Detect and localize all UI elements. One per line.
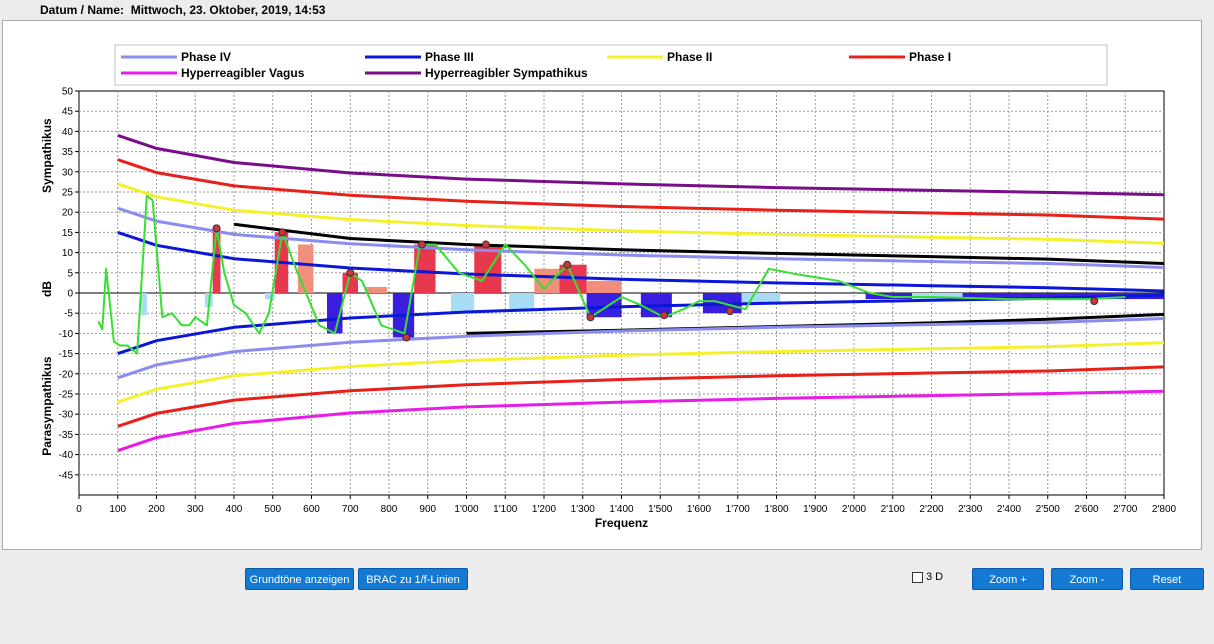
checkbox-3d[interactable] [912,572,923,583]
x-tick-label: 0 [76,504,82,515]
peak-marker [563,260,572,269]
zoom-out-button[interactable]: Zoom - [1051,568,1123,590]
x-tick-label: 1'200 [532,504,557,515]
x-tick-label: 2'000 [842,504,867,515]
y-tick-label: -45 [59,470,74,481]
y-tick-label: 0 [67,289,73,300]
y-tick-label: 45 [62,107,74,118]
x-tick-label: 400 [226,504,243,515]
frequency-chart: 0 100 200 300 400 500 600 700 800 900 1'000 1'100 1'… [40,44,1177,530]
bar [414,244,436,293]
peak-marker [212,224,221,233]
zoom-in-button[interactable]: Zoom + [972,568,1044,590]
x-tick-label: 2'500 [1036,504,1061,515]
bar [741,293,781,304]
y-tick-label: -20 [59,369,74,380]
x-tick-label: 1'300 [571,504,596,515]
x-tick-label: 1'700 [726,504,751,515]
x-tick-label: 2'400 [997,504,1022,515]
y-axis-label-top: Sympathikus [40,118,54,193]
peak-marker [1090,297,1099,306]
x-tick-label: 100 [109,504,126,515]
peak-marker [481,240,490,249]
y-tick-label: 15 [62,228,74,239]
x-tick-label: 200 [148,504,165,515]
y-tick-label: 5 [67,268,73,279]
x-tick-label: 1'900 [803,504,828,515]
x-tick-label: 1'800 [764,504,789,515]
bar [365,286,388,293]
legend-label: Hyperreagibler Sympathikus [425,66,588,80]
x-tick-label: 1'500 [648,504,673,515]
y-tick-label: 40 [62,127,74,138]
x-tick-label: 2'700 [1113,504,1138,515]
x-tick-label: 800 [381,504,398,515]
y-axis-label: dB [40,281,54,297]
x-tick-label: 2'600 [1074,504,1099,515]
x-tick-label: 700 [342,504,359,515]
peak-marker [346,268,355,277]
y-tick-label: 50 [62,87,74,98]
y-tick-label: 20 [62,208,74,219]
header-bar: Datum / Name: Mittwoch, 23. Oktober, 201… [0,0,1214,20]
bar [141,293,147,316]
x-tick-label: 300 [187,504,204,515]
y-tick-label: -35 [59,430,74,441]
y-tick-label: 30 [62,167,74,178]
x-tick-label: 2'200 [919,504,944,515]
y-tick-label: -25 [59,390,74,401]
legend-label: Phase I [909,50,951,64]
x-tick-label: 2'800 [1152,504,1177,515]
y-tick-label: -15 [59,349,74,360]
x-tick-label: 2'300 [958,504,983,515]
peak-marker [402,333,411,342]
x-axis-label: Frequenz [595,516,648,530]
y-tick-label: 25 [62,188,74,199]
bar [451,293,475,314]
peak-marker [726,307,734,316]
x-tick-label: 2'100 [881,504,906,515]
x-tick-label: 500 [264,504,281,515]
legend-label: Phase III [425,50,474,64]
chart-panel: 0 100 200 300 400 500 600 700 800 900 1'000 1'100 1'… [2,20,1202,550]
grundtoene-button[interactable]: Grundtöne anzeigen [245,568,354,590]
peak-marker [417,240,426,249]
x-tick-label: 900 [419,504,436,515]
brac-button[interactable]: BRAC zu 1/f-Linien [358,568,468,590]
bar [297,244,314,293]
y-tick-label: -10 [59,329,74,340]
checkbox-3d-label: 3 D [926,571,944,583]
legend-label: Phase II [667,50,712,64]
y-tick-label: -40 [59,450,74,461]
reset-button[interactable]: Reset [1130,568,1204,590]
y-axis-label-bottom: Parasympathikus [40,356,54,456]
y-tick-label: 10 [62,248,74,259]
x-tick-label: 1'600 [687,504,712,515]
x-tick-label: 1'100 [493,504,518,515]
y-tick-label: 35 [62,147,74,158]
legend-label: Hyperreagibler Vagus [181,66,305,80]
peak-marker [586,313,595,322]
y-tick-label: -5 [64,309,73,320]
peak-marker [660,311,669,320]
legend-label: Phase IV [181,50,231,64]
x-tick-label: 1'000 [454,504,479,515]
peak-marker [278,228,287,237]
x-tick-label: 600 [303,504,320,515]
x-tick-label: 1'400 [609,504,634,515]
bar [586,280,622,293]
bar [265,293,275,300]
header-label: Datum / Name: Mittwoch, 23. Oktober, 201… [40,3,326,17]
y-tick-label: -30 [59,410,74,421]
